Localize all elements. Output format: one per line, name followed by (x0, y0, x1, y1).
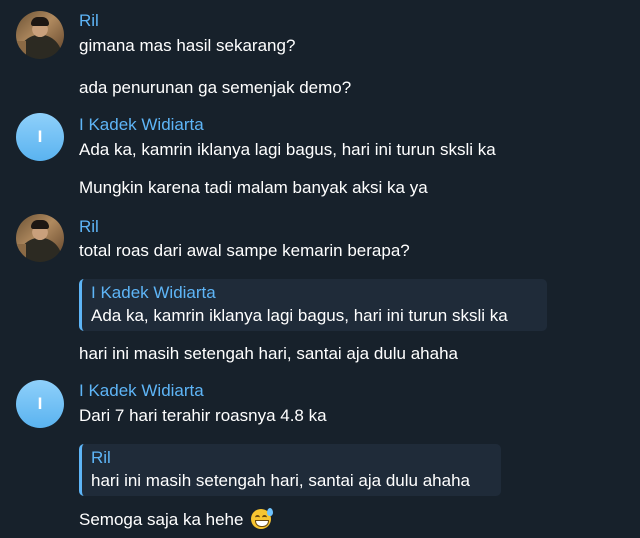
message-text: Semoga saja ka hehe (79, 510, 244, 529)
message-text: gimana mas hasil sekarang? (79, 36, 296, 55)
avatar-initial: I (37, 394, 43, 413)
avatar-hair (31, 17, 49, 26)
avatar-initial: I (37, 127, 43, 146)
sender-name[interactable]: Ril (79, 217, 99, 237)
reply-text: Ada ka, kamrin iklanya lagi bagus, hari … (91, 306, 508, 325)
sender-name[interactable]: Ril (79, 11, 99, 31)
avatar-background (16, 244, 26, 262)
message-text: hari ini masih setengah hari, santai aja… (79, 344, 458, 363)
avatar-background (16, 41, 26, 59)
message-text-with-emoji: Semoga saja ka hehe (79, 508, 274, 530)
reply-quote[interactable]: I Kadek Widiarta Ada ka, kamrin iklanya … (79, 279, 547, 331)
reply-text: hari ini masih setengah hari, santai aja… (91, 471, 470, 490)
sender-name[interactable]: I Kadek Widiarta (79, 381, 204, 401)
avatar[interactable]: I (16, 380, 64, 428)
sender-name[interactable]: I Kadek Widiarta (79, 115, 204, 135)
message-text: ada penurunan ga semenjak demo? (79, 78, 352, 97)
avatar-hair (31, 220, 49, 229)
avatar[interactable] (16, 11, 64, 59)
reply-sender-name: I Kadek Widiarta (91, 283, 216, 302)
reply-sender-name: Ril (91, 448, 111, 467)
avatar[interactable]: I (16, 113, 64, 161)
reply-quote[interactable]: Ril hari ini masih setengah hari, santai… (79, 444, 501, 496)
message-text: total roas dari awal sampe kemarin berap… (79, 241, 410, 260)
message-text: Dari 7 hari terahir roasnya 4.8 ka (79, 406, 327, 425)
message-text: Ada ka, kamrin iklanya lagi bagus, hari … (79, 140, 496, 159)
grinning-sweat-emoji-icon (251, 508, 274, 529)
avatar[interactable] (16, 214, 64, 262)
message-text: Mungkin karena tadi malam banyak aksi ka… (79, 178, 428, 197)
